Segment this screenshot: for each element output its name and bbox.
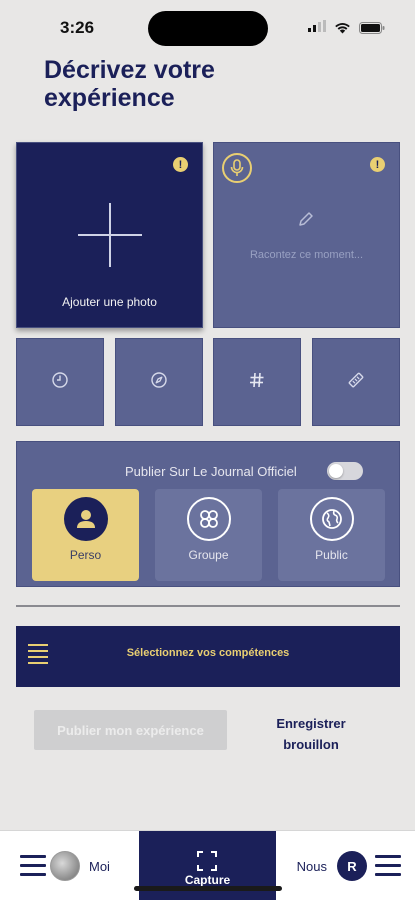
warning-icon: !: [173, 157, 188, 172]
microphone-icon[interactable]: [222, 153, 252, 183]
visibility-label: Public: [315, 548, 348, 562]
hashtag-tile[interactable]: [213, 338, 301, 426]
story-text-tile[interactable]: ! Racontez ce moment...: [213, 142, 400, 328]
tag-icon: [347, 371, 365, 394]
battery-icon: [359, 22, 385, 34]
tab-moi[interactable]: Moi: [20, 851, 110, 881]
time-tile[interactable]: [16, 338, 104, 426]
status-time: 3:26: [60, 18, 95, 37]
home-indicator: [134, 886, 282, 891]
visibility-option-groupe[interactable]: Groupe: [155, 489, 262, 581]
page-title: Décrivez votre expérience: [44, 56, 215, 112]
plus-icon: [78, 203, 142, 267]
globe-icon: [310, 497, 354, 541]
tab-capture-label: Capture: [184, 873, 231, 887]
tab-nous[interactable]: Nous R: [297, 851, 401, 881]
pencil-icon: [298, 211, 314, 232]
avatar: [50, 851, 80, 881]
status-bar: 3:26: [0, 0, 415, 56]
wifi-icon: [334, 22, 351, 34]
compass-icon: [150, 371, 168, 394]
user-avatar: R: [337, 851, 367, 881]
tag-tile[interactable]: [312, 338, 400, 426]
signal-icon: [308, 19, 326, 37]
visibility-label: Groupe: [188, 548, 229, 562]
dynamic-island: [148, 11, 268, 46]
tab-nous-label: Nous: [296, 858, 327, 874]
journal-toggle[interactable]: [327, 462, 363, 480]
warning-icon: !: [370, 157, 385, 172]
status-icons: [308, 19, 385, 37]
journal-toggle-label: Publier Sur Le Journal Officiel: [125, 464, 297, 479]
hashtag-icon: [248, 371, 266, 394]
select-skills-bar[interactable]: Sélectionnez vos compétences: [16, 626, 400, 687]
menu-icon[interactable]: [20, 855, 46, 877]
toggle-knob: [329, 464, 343, 478]
publish-experience-button[interactable]: Publier mon expérience: [34, 710, 227, 750]
save-draft-line1: Enregistrer: [276, 716, 346, 731]
menu-icon[interactable]: [375, 855, 401, 877]
visibility-panel: Publier Sur Le Journal Officiel Perso Gr…: [16, 441, 400, 587]
tab-moi-label: Moi: [89, 858, 110, 874]
person-icon: [64, 497, 108, 541]
group-icon: [187, 497, 231, 541]
save-draft-line2: brouillon: [283, 737, 339, 752]
add-photo-tile[interactable]: ! Ajouter une photo: [16, 142, 203, 328]
save-draft-button[interactable]: Enregistrer brouillon: [256, 713, 366, 755]
location-tile[interactable]: [115, 338, 203, 426]
clock-icon: [51, 371, 69, 394]
divider: [16, 605, 400, 607]
visibility-option-perso[interactable]: Perso: [32, 489, 139, 581]
add-photo-label: Ajouter une photo: [62, 295, 157, 309]
visibility-option-public[interactable]: Public: [278, 489, 385, 581]
capture-icon: [196, 850, 218, 872]
select-skills-label: Sélectionnez vos compétences: [126, 647, 290, 659]
visibility-label: Perso: [69, 548, 102, 562]
story-placeholder: Racontez ce moment...: [249, 249, 364, 261]
